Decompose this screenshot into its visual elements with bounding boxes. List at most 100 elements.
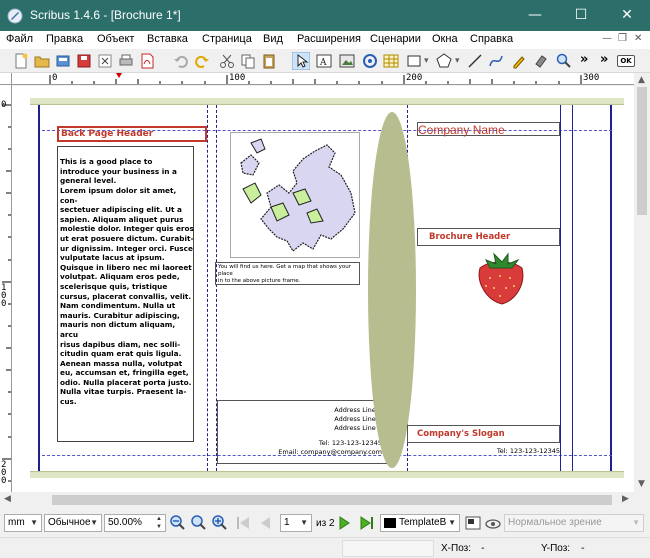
page-select[interactable]: 1 ▼: [280, 514, 312, 532]
line-icon[interactable]: [466, 52, 484, 70]
lorem-line: mauris non dictum aliquam, arcu: [60, 320, 176, 339]
left-text-frame[interactable]: This is a good place to introduce your b…: [57, 146, 194, 442]
map-caption-line-1: You will find us here. Get a map that sh…: [218, 264, 351, 277]
layer-value: TemplateB: [399, 517, 447, 528]
back-page-header-frame[interactable]: Back Page Header: [57, 126, 207, 142]
phone-line: Tel: 123-123-12345: [318, 439, 382, 447]
polygon-dropdown-icon[interactable]: ▾: [455, 56, 460, 66]
map-caption-frame[interactable]: You will find us here. Get a map that sh…: [215, 262, 360, 285]
email-line: Email: company@company.com: [278, 448, 382, 456]
menu-scripts[interactable]: Сценарии: [370, 33, 421, 45]
shape-dropdown-icon[interactable]: ▾: [424, 56, 429, 66]
mdi-close-button[interactable]: ✕: [634, 33, 642, 44]
scroll-left-icon[interactable]: ◀: [4, 494, 11, 504]
menu-object[interactable]: Объект: [97, 33, 134, 45]
strawberry-image[interactable]: [472, 250, 530, 306]
page-bottom-edge: [30, 471, 624, 478]
status-bar: X-Поз: - Y-Поз: -: [0, 537, 650, 558]
select-tool-icon[interactable]: [292, 52, 310, 70]
unit-dropdown-icon: ▼: [30, 518, 38, 527]
map-image-frame[interactable]: [230, 132, 360, 258]
zoom-value: 50.00%: [108, 517, 142, 528]
lorem-line: molestie dolor. Integer quis eros: [60, 224, 194, 234]
menu-view[interactable]: Вид: [263, 33, 283, 45]
image-frame-icon[interactable]: [338, 52, 356, 70]
freehand-icon[interactable]: [510, 52, 528, 70]
maximize-button[interactable]: ☐: [558, 0, 604, 31]
zoom-in-icon[interactable]: [211, 514, 229, 532]
cut-icon[interactable]: [218, 52, 236, 70]
layer-select[interactable]: TemplateB ▼: [380, 514, 460, 532]
scroll-down-icon[interactable]: ▼: [638, 479, 645, 489]
zoom-spinbox[interactable]: 50.00% ▲ ▼: [104, 514, 166, 532]
slogan-frame[interactable]: Company's Slogan: [407, 425, 560, 443]
scroll-up-icon[interactable]: ▲: [638, 75, 645, 85]
zoom-icon[interactable]: [555, 52, 573, 70]
vertical-scrollbar[interactable]: ▲ ▼: [634, 73, 650, 492]
brochure-header-frame[interactable]: Brochure Header: [417, 228, 560, 246]
print-icon[interactable]: [117, 52, 135, 70]
shape-icon[interactable]: [405, 52, 423, 70]
svg-text:A: A: [319, 58, 327, 68]
vision-mode-select[interactable]: Нормальное зрение ▼: [504, 514, 644, 532]
document-canvas[interactable]: Back Page Header This is a good place to…: [12, 86, 634, 492]
address-line-2: Address Line 2: [334, 415, 382, 423]
close-document-icon[interactable]: [96, 52, 114, 70]
h-ruler-label-100: 100: [229, 73, 246, 83]
menu-insert[interactable]: Вставка: [147, 33, 188, 45]
menu-page[interactable]: Страница: [202, 33, 252, 45]
close-button[interactable]: ✕: [604, 0, 650, 31]
previous-page-icon[interactable]: [256, 514, 274, 532]
page-current-value: 1: [284, 517, 290, 528]
last-page-icon[interactable]: [358, 514, 376, 532]
ok-button[interactable]: OK: [617, 55, 635, 67]
bezier-icon[interactable]: [487, 52, 505, 70]
toolbar-overflow-left[interactable]: »: [580, 52, 588, 67]
open-icon[interactable]: [33, 52, 51, 70]
polygon-icon[interactable]: [435, 52, 453, 70]
lorem-line: eu, accumsan et, fringilla eget,: [60, 368, 189, 378]
scroll-right-icon[interactable]: ▶: [622, 494, 629, 504]
paste-icon[interactable]: [260, 52, 278, 70]
vertical-ruler[interactable]: 0 100 200: [0, 85, 12, 492]
mdi-minimize-button[interactable]: —: [602, 33, 612, 44]
undo-icon[interactable]: [172, 52, 190, 70]
save-icon[interactable]: [75, 52, 93, 70]
export-pdf-icon[interactable]: [138, 52, 156, 70]
new-document-icon[interactable]: [12, 52, 30, 70]
green-ellipse-shape[interactable]: [367, 111, 417, 469]
menu-help[interactable]: Справка: [470, 33, 513, 45]
brochure-header-text: Brochure Header: [429, 232, 511, 242]
address-frame[interactable]: Address Line 1 Address Line 2 Address Li…: [217, 400, 387, 464]
mdi-restore-button[interactable]: ❐: [618, 33, 627, 44]
text-frame-icon[interactable]: A: [315, 52, 333, 70]
menu-file[interactable]: Файл: [6, 33, 33, 45]
preview-toggle-icon[interactable]: [464, 514, 482, 532]
horizontal-scrollbar[interactable]: ◀ ▶: [0, 492, 650, 508]
first-page-icon[interactable]: [234, 514, 252, 532]
zoom-out-icon[interactable]: [169, 514, 187, 532]
copy-icon[interactable]: [239, 52, 257, 70]
tel-right-frame[interactable]: Tel: 123-123-12345: [417, 447, 560, 459]
zoom-100-icon[interactable]: [190, 514, 208, 532]
menu-extensions[interactable]: Расширения: [297, 33, 361, 45]
redo-icon[interactable]: [193, 52, 211, 70]
render-frame-icon[interactable]: [361, 52, 379, 70]
preview-mode-select[interactable]: Обычное ▼: [44, 514, 102, 532]
horizontal-ruler[interactable]: 0 100 200 300: [12, 73, 634, 85]
open-recent-icon[interactable]: [54, 52, 72, 70]
company-name-frame[interactable]: Company Name: [417, 122, 560, 137]
rotate-icon[interactable]: [532, 52, 550, 70]
table-icon[interactable]: [382, 52, 400, 70]
lorem-line: mauris. Curabitur adipiscing,: [60, 310, 180, 320]
next-page-icon[interactable]: [336, 514, 354, 532]
unit-select[interactable]: mm ▼: [4, 514, 42, 532]
toolbar-overflow-right[interactable]: »: [600, 52, 608, 67]
menu-edit[interactable]: Правка: [46, 33, 83, 45]
minimize-button[interactable]: —: [512, 0, 558, 31]
menu-windows[interactable]: Окна: [432, 33, 458, 45]
y-position-value: -: [581, 543, 585, 554]
visual-appearance-icon[interactable]: [484, 514, 502, 532]
vertical-scroll-thumb[interactable]: [637, 87, 647, 215]
horizontal-scroll-thumb[interactable]: [52, 495, 612, 505]
